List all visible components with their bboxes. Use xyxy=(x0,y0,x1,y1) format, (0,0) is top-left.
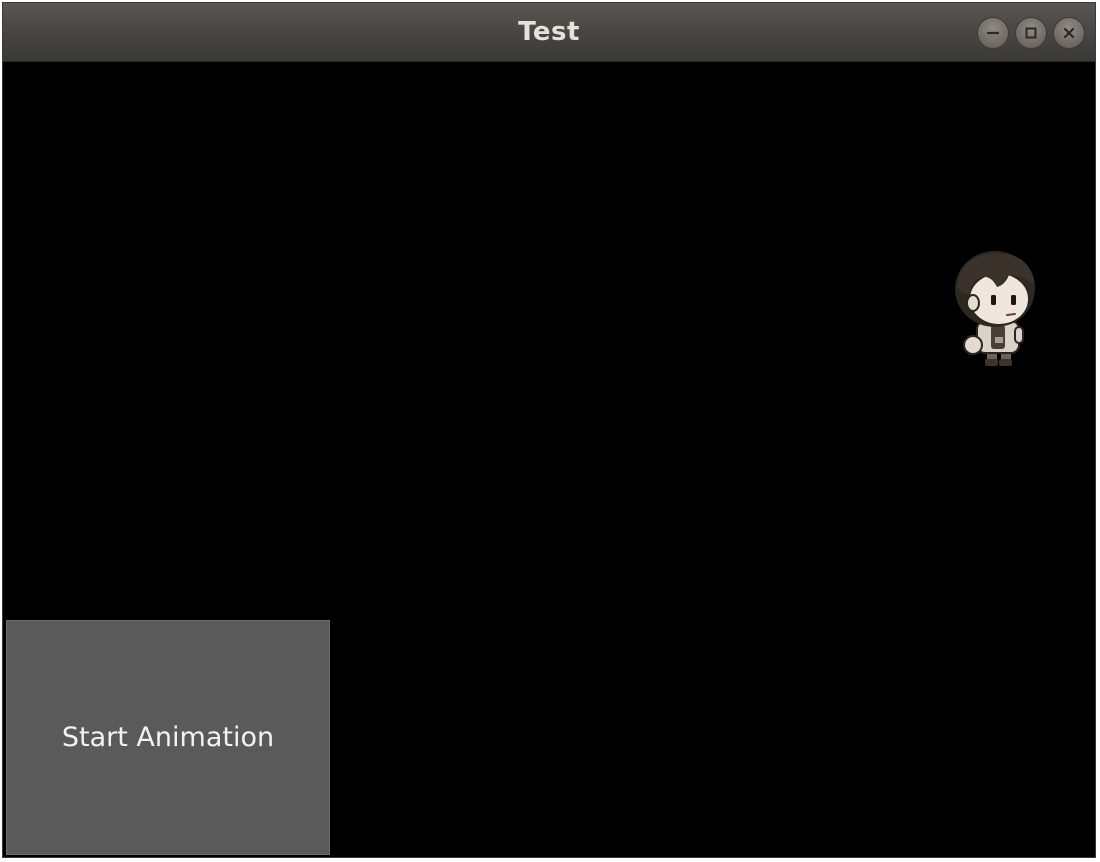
title-bar[interactable]: Test xyxy=(3,3,1095,62)
start-animation-button[interactable]: Start Animation xyxy=(6,620,330,855)
app-window: Test Start Animation xyxy=(2,2,1096,858)
maximize-button[interactable] xyxy=(1015,17,1047,49)
minimize-button[interactable] xyxy=(977,17,1009,49)
window-controls xyxy=(977,17,1085,49)
window-title: Test xyxy=(518,17,580,47)
character-sprite-icon xyxy=(955,251,1035,366)
maximize-icon xyxy=(1025,27,1037,39)
minimize-icon xyxy=(986,31,1000,35)
close-icon xyxy=(1063,27,1075,39)
game-canvas[interactable]: Start Animation xyxy=(3,62,1095,857)
close-button[interactable] xyxy=(1053,17,1085,49)
